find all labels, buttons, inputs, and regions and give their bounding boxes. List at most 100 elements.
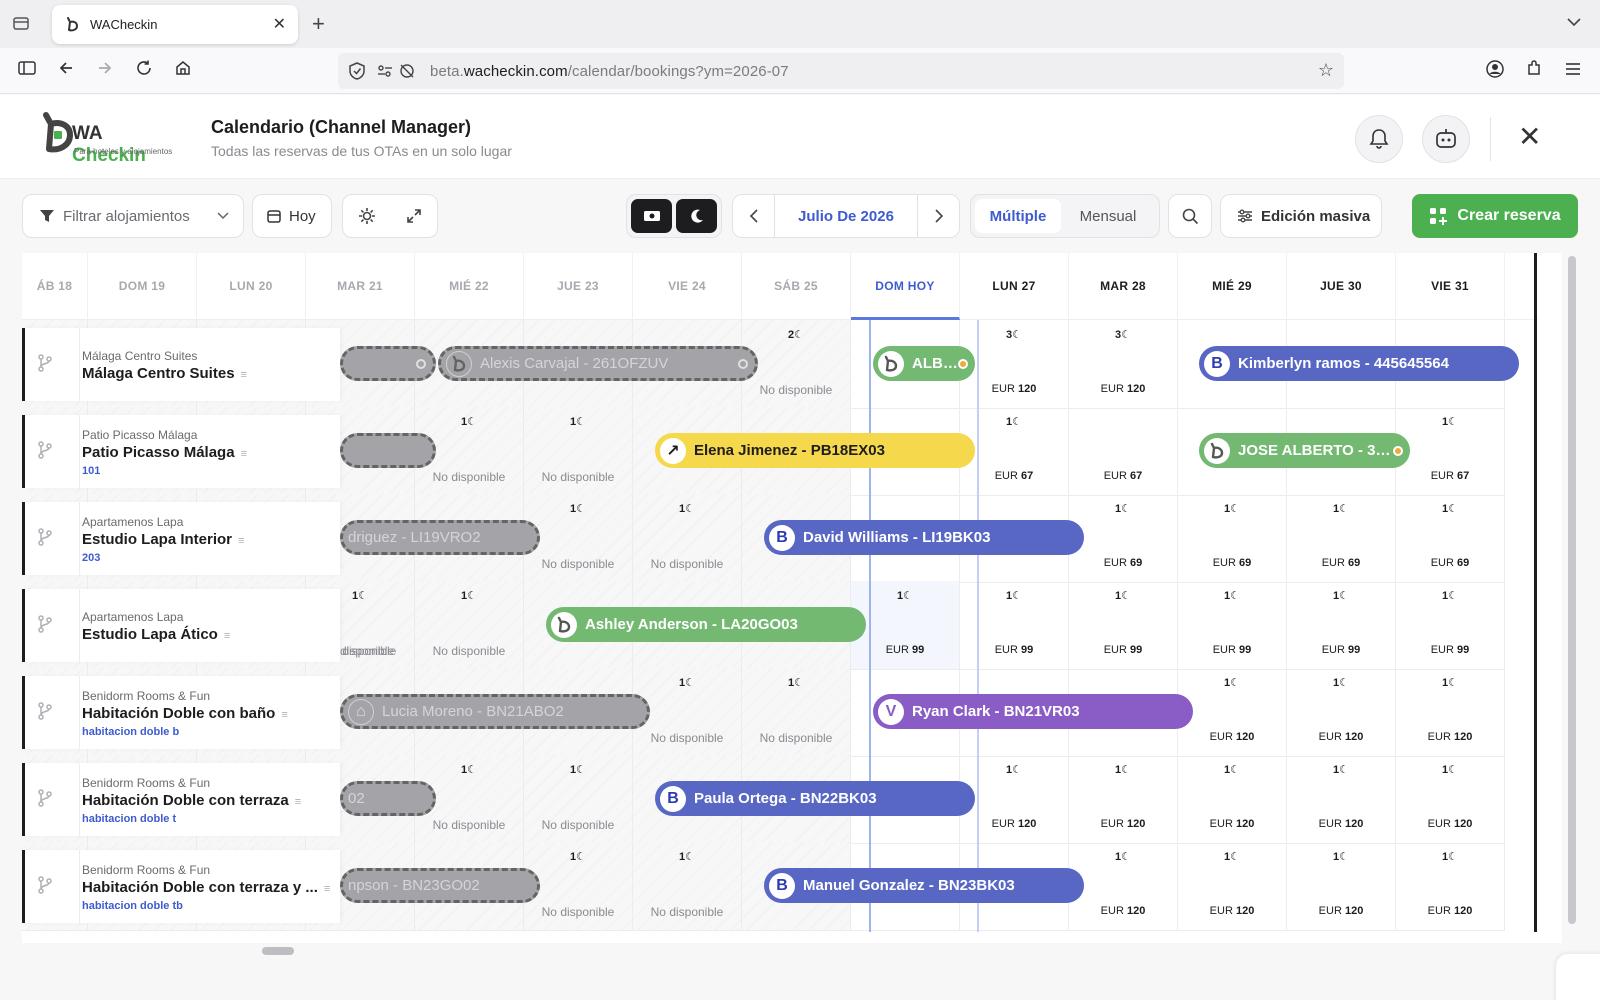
property-owner: Benidorm Rooms & Fun [82,689,211,703]
calendar-cell[interactable]: 1☾ EUR 120 [1396,668,1505,757]
assistant-button[interactable] [1422,115,1470,163]
booking-ghost-1[interactable] [340,433,436,468]
calendar-cell[interactable]: 1☾ EUR 99 [1178,581,1287,670]
current-month-label[interactable]: Julio De 2026 [775,208,917,225]
money-mode-icon[interactable] [631,199,672,233]
tab-list-icon[interactable] [12,14,32,34]
today-button[interactable]: Hoy [252,194,332,238]
reload-icon[interactable] [133,59,155,81]
booking-ghost-4[interactable]: ⌂ Lucia Moreno - BN21ABO2 [340,694,650,729]
nights-mode-moon-icon[interactable] [676,199,717,233]
close-icon[interactable]: ✕ [1518,123,1541,151]
booking-ashley[interactable]: Ashley Anderson - LA20GO03 [546,607,866,642]
property-row[interactable]: Patio Picasso Málaga Patio Picasso Málaga… [22,415,340,488]
calendar-cell[interactable]: EUR 67 [1069,407,1178,496]
calendar-cell[interactable]: 1☾ No disponible [524,755,633,844]
calendar-cell[interactable]: 1☾ No disponible [633,494,742,583]
price-amount: 99 [1130,644,1143,656]
calendar-cell[interactable]: 1☾ EUR 120 [1287,668,1396,757]
calendar-cell[interactable]: 1☾ EUR 120 [1069,755,1178,844]
extensions-icon[interactable] [1523,59,1545,81]
back-icon[interactable] [55,59,77,81]
booking-paula[interactable]: B Paula Ortega - BN22BK03 [655,781,975,816]
calendar-cell[interactable]: 1☾ No disponible [742,668,851,757]
new-tab-icon[interactable]: + [312,11,325,37]
settings-gear-icon[interactable] [343,207,390,225]
property-row[interactable]: Apartamenos Lapa Estudio Lapa Ático ≡ [22,589,340,662]
calendar-cell[interactable]: 1☾ EUR 120 [1178,842,1287,931]
tab-close-icon[interactable]: ✕ [273,14,286,34]
booking-ryan[interactable]: V Ryan Clark - BN21VR03 [873,694,1193,729]
calendar-cell[interactable]: 1☾ EUR 69 [1396,494,1505,583]
previous-month-chevron-icon[interactable] [733,195,775,237]
forward-icon[interactable] [94,59,116,81]
property-row[interactable]: Málaga Centro Suites Málaga Centro Suites… [22,328,340,401]
property-row[interactable]: Benidorm Rooms & Fun Habitación Doble con… [22,676,340,749]
calendar-cell[interactable]: 1☾ No disponible [524,407,633,496]
booking-ghost-6[interactable]: npson - BN23GO02 [340,868,540,903]
create-booking-button[interactable]: Crear reserva [1412,194,1578,238]
booking-elena[interactable]: ↗ Elena Jimenez - PB18EX03 [655,433,975,468]
booking-kimberlyn[interactable]: B Kimberlyn ramos - 445645564 [1199,346,1519,381]
vertical-scrollbar[interactable] [1568,256,1576,924]
calendar-cell[interactable]: 1☾ EUR 99 [851,581,960,670]
home-icon[interactable] [172,59,194,81]
filter-properties-dropdown[interactable]: Filtrar alojamientos [22,194,244,238]
calendar-cell[interactable]: 1☾ EUR 120 [1287,755,1396,844]
browser-tab[interactable]: WACheckin ✕ [52,5,298,44]
account-icon[interactable] [1484,59,1506,81]
property-row[interactable]: Benidorm Rooms & Fun Habitación Doble con… [22,850,340,923]
calendar-cell[interactable]: 2☾ No disponible [742,320,851,409]
bookmark-star-icon[interactable]: ☆ [1318,60,1334,81]
menu-icon[interactable] [1562,59,1584,81]
calendar-cell[interactable]: 1☾ EUR 99 [1287,581,1396,670]
calendar-cell[interactable]: 3☾ EUR 120 [1069,320,1178,409]
search-icon [1182,208,1198,224]
calendar-cell[interactable]: 1☾ No disponible [524,842,633,931]
calendar-cell[interactable]: 1☾ No disponible [524,494,633,583]
tab-overflow-chevron-icon[interactable] [1566,14,1582,30]
notifications-button[interactable] [1355,115,1403,163]
calendar-cell[interactable]: 1☾ EUR 120 [1396,755,1505,844]
sidebar-toggle-icon[interactable] [16,59,38,81]
next-month-chevron-icon[interactable] [917,195,959,237]
calendar-cell[interactable]: 1☾ EUR 120 [1178,755,1287,844]
booking-jose[interactable]: JOSE ALBERTO - 343... [1199,433,1410,468]
calendar-cell[interactable]: 1☾ No disponible [633,842,742,931]
calendar-cell[interactable]: 1☾ EUR 99 [1396,581,1505,670]
calendar-cell[interactable]: 1☾ EUR 67 [1396,407,1505,496]
booking-ghost-0b[interactable]: Alexis Carvajal - 261OFZUV [438,346,758,381]
calendar-cell[interactable]: 1☾ EUR 69 [1069,494,1178,583]
property-row[interactable]: Benidorm Rooms & Fun Habitación Doble con… [22,763,340,836]
price-amount: 120 [1344,818,1364,830]
booking-david[interactable]: B David Williams - LI19BK03 [764,520,1084,555]
calendar-cell[interactable]: 1☾ EUR 99 [1069,581,1178,670]
view-monthly-tab[interactable]: Mensual [1061,199,1155,233]
calendar-cell[interactable]: 1☾ EUR 120 [1178,668,1287,757]
calendar-cell[interactable]: 1☾ EUR 69 [1178,494,1287,583]
booking-manuel[interactable]: B Manuel Gonzalez - BN23BK03 [764,868,1084,903]
calendar-cell[interactable]: 1☾ EUR 120 [1069,842,1178,931]
booking-ghost-0a[interactable] [340,346,436,381]
horizontal-scrollbar[interactable] [262,947,294,955]
booking-albe[interactable]: ALBE... [873,346,975,381]
permissions-icon[interactable] [376,62,420,85]
bulk-edit-button[interactable]: Edición masiva [1220,194,1382,238]
nights-count: 2☾ [788,329,804,341]
view-multiple-tab[interactable]: Múltiple [975,199,1061,233]
calendar-cell[interactable]: 1☾ EUR 120 [1396,842,1505,931]
calendar-cell[interactable]: 1☾ EUR 69 [1287,494,1396,583]
price-label: EUR 69 [1396,557,1504,569]
address-bar[interactable]: beta.wacheckin.com/calendar/bookings?ym=… [338,53,1344,89]
search-button[interactable] [1168,194,1212,238]
booking-ghost-5[interactable]: 02 [340,781,436,816]
expand-icon[interactable] [390,208,437,224]
calendar-cell[interactable]: 1☾ No disponible [415,581,524,670]
wacheckin-logo[interactable]: WA Checkin Para hoteles y alojamientos [40,111,180,166]
property-row[interactable]: Apartamenos Lapa Estudio Lapa Interior ≡ 20… [22,502,340,575]
calendar-cell[interactable]: 1☾ EUR 120 [1287,842,1396,931]
chat-widget[interactable] [1556,954,1600,1000]
shield-icon[interactable] [348,61,366,86]
booking-ghost-2[interactable]: driguez - LI19VRO2 [340,520,540,555]
today-column-right-border [977,320,979,932]
